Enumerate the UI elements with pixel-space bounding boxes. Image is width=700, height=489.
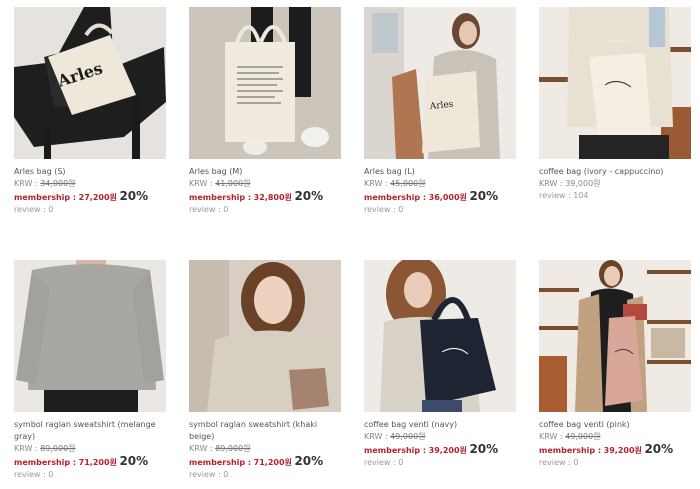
price-line: KRW : 39,000원 [539, 178, 691, 190]
membership-line: membership : 39,200원 20% [539, 443, 691, 457]
product-image-coffee-bag-venti-pink[interactable] [539, 260, 691, 412]
product-image-coffee-bag-ivory[interactable] [539, 7, 691, 159]
original-price: 89,000원 [40, 444, 76, 453]
product-card: Arles Arles bag (S) KRW : 34,000원 member… [14, 7, 166, 216]
product-row: Arles Arles bag (S) KRW : 34,000원 member… [14, 7, 694, 216]
krw-label: KRW : [189, 179, 213, 188]
membership-line: membership : 71,200원 20% [189, 455, 341, 469]
discount-percent: 20% [119, 189, 149, 203]
product-card: symbol raglan sweatshirt (melange gray) … [14, 260, 166, 481]
review-count: review : 0 [364, 205, 404, 214]
krw-label: KRW : [364, 432, 388, 441]
membership-line: membership : 32,800원 20% [189, 190, 341, 204]
product-card: symbol raglan sweatshirt (khaki beige) K… [189, 260, 341, 481]
review-count: review : 0 [189, 205, 229, 214]
membership-label: membership : [14, 193, 77, 202]
membership-price: 39,200원 [428, 446, 467, 455]
review-count: review : 104 [539, 191, 589, 200]
sweatshirt-beige-illustration [189, 260, 341, 412]
membership-label: membership : [364, 193, 427, 202]
discount-percent: 20% [294, 454, 324, 468]
membership-line: membership : 36,000원 20% [364, 190, 516, 204]
product-image-sweatshirt-khaki-beige[interactable] [189, 260, 341, 412]
membership-price: 27,200원 [78, 193, 117, 202]
product-card: Arles bag (M) KRW : 41,000원 membership :… [189, 7, 341, 216]
product-card: Arles Arles bag (L) KRW : 45,000원 member… [364, 7, 516, 216]
product-name[interactable]: coffee bag venti (pink) [539, 419, 691, 431]
arles-bag-s-illustration: Arles [14, 7, 166, 159]
discount-percent: 20% [294, 189, 324, 203]
krw-label: KRW : [14, 179, 38, 188]
membership-price: 71,200원 [78, 458, 117, 467]
original-price: 49,000원 [565, 432, 601, 441]
arles-bag-l-illustration: Arles [364, 7, 516, 159]
arles-bag-m-illustration [189, 7, 341, 159]
review-count: review : 0 [364, 458, 404, 467]
krw-label: KRW : [14, 444, 38, 453]
krw-label: KRW : [364, 179, 388, 188]
product-card: coffee bag venti (navy) KRW : 49,000원 me… [364, 260, 516, 481]
discount-percent: 20% [119, 454, 149, 468]
product-name[interactable]: coffee bag venti (navy) [364, 419, 516, 431]
discount-percent: 20% [469, 442, 499, 456]
membership-line: membership : 27,200원 20% [14, 190, 166, 204]
krw-label: KRW : [189, 444, 213, 453]
product-row: symbol raglan sweatshirt (melange gray) … [14, 260, 694, 481]
membership-label: membership : [189, 193, 252, 202]
original-price: 45,000원 [390, 179, 426, 188]
product-name[interactable]: symbol raglan sweatshirt (melange gray) [14, 419, 166, 443]
product-name[interactable]: symbol raglan sweatshirt (khaki beige) [189, 419, 341, 443]
product-name[interactable]: Arles bag (L) [364, 166, 516, 178]
price: 39,000원 [565, 179, 601, 188]
original-price: 41,000원 [215, 179, 251, 188]
membership-line: membership : 39,200원 20% [364, 443, 516, 457]
coffee-bag-pink-illustration [539, 260, 691, 412]
original-price: 49,000원 [390, 432, 426, 441]
discount-percent: 20% [469, 189, 499, 203]
product-image-arles-bag-l[interactable]: Arles [364, 7, 516, 159]
review-count: review : 0 [189, 470, 229, 479]
membership-label: membership : [364, 446, 427, 455]
coffee-bag-ivory-illustration [539, 7, 691, 159]
original-price: 89,000원 [215, 444, 251, 453]
sweatshirt-gray-illustration [14, 260, 166, 412]
membership-label: membership : [14, 458, 77, 467]
review-count: review : 0 [14, 470, 54, 479]
membership-label: membership : [189, 458, 252, 467]
membership-price: 36,000원 [428, 193, 467, 202]
product-image-arles-bag-s[interactable]: Arles [14, 7, 166, 159]
membership-price: 39,200원 [603, 446, 642, 455]
product-image-arles-bag-m[interactable] [189, 7, 341, 159]
product-image-coffee-bag-venti-navy[interactable] [364, 260, 516, 412]
product-card: coffee bag venti (pink) KRW : 49,000원 me… [539, 260, 691, 481]
membership-line: membership : 71,200원 20% [14, 455, 166, 469]
krw-label: KRW : [539, 432, 563, 441]
review-count: review : 0 [14, 205, 54, 214]
product-grid: Arles Arles bag (S) KRW : 34,000원 member… [14, 7, 694, 489]
coffee-bag-navy-illustration [364, 260, 516, 412]
membership-price: 32,800원 [253, 193, 292, 202]
original-price: 34,000원 [40, 179, 76, 188]
review-count: review : 0 [539, 458, 579, 467]
discount-percent: 20% [644, 442, 674, 456]
membership-price: 71,200원 [253, 458, 292, 467]
product-name[interactable]: Arles bag (S) [14, 166, 166, 178]
product-name[interactable]: Arles bag (M) [189, 166, 341, 178]
product-card: coffee bag (ivory - cappuccino) KRW : 39… [539, 7, 691, 216]
krw-label: KRW : [539, 179, 563, 188]
product-image-sweatshirt-melange-gray[interactable] [14, 260, 166, 412]
membership-label: membership : [539, 446, 602, 455]
product-name[interactable]: coffee bag (ivory - cappuccino) [539, 166, 691, 178]
